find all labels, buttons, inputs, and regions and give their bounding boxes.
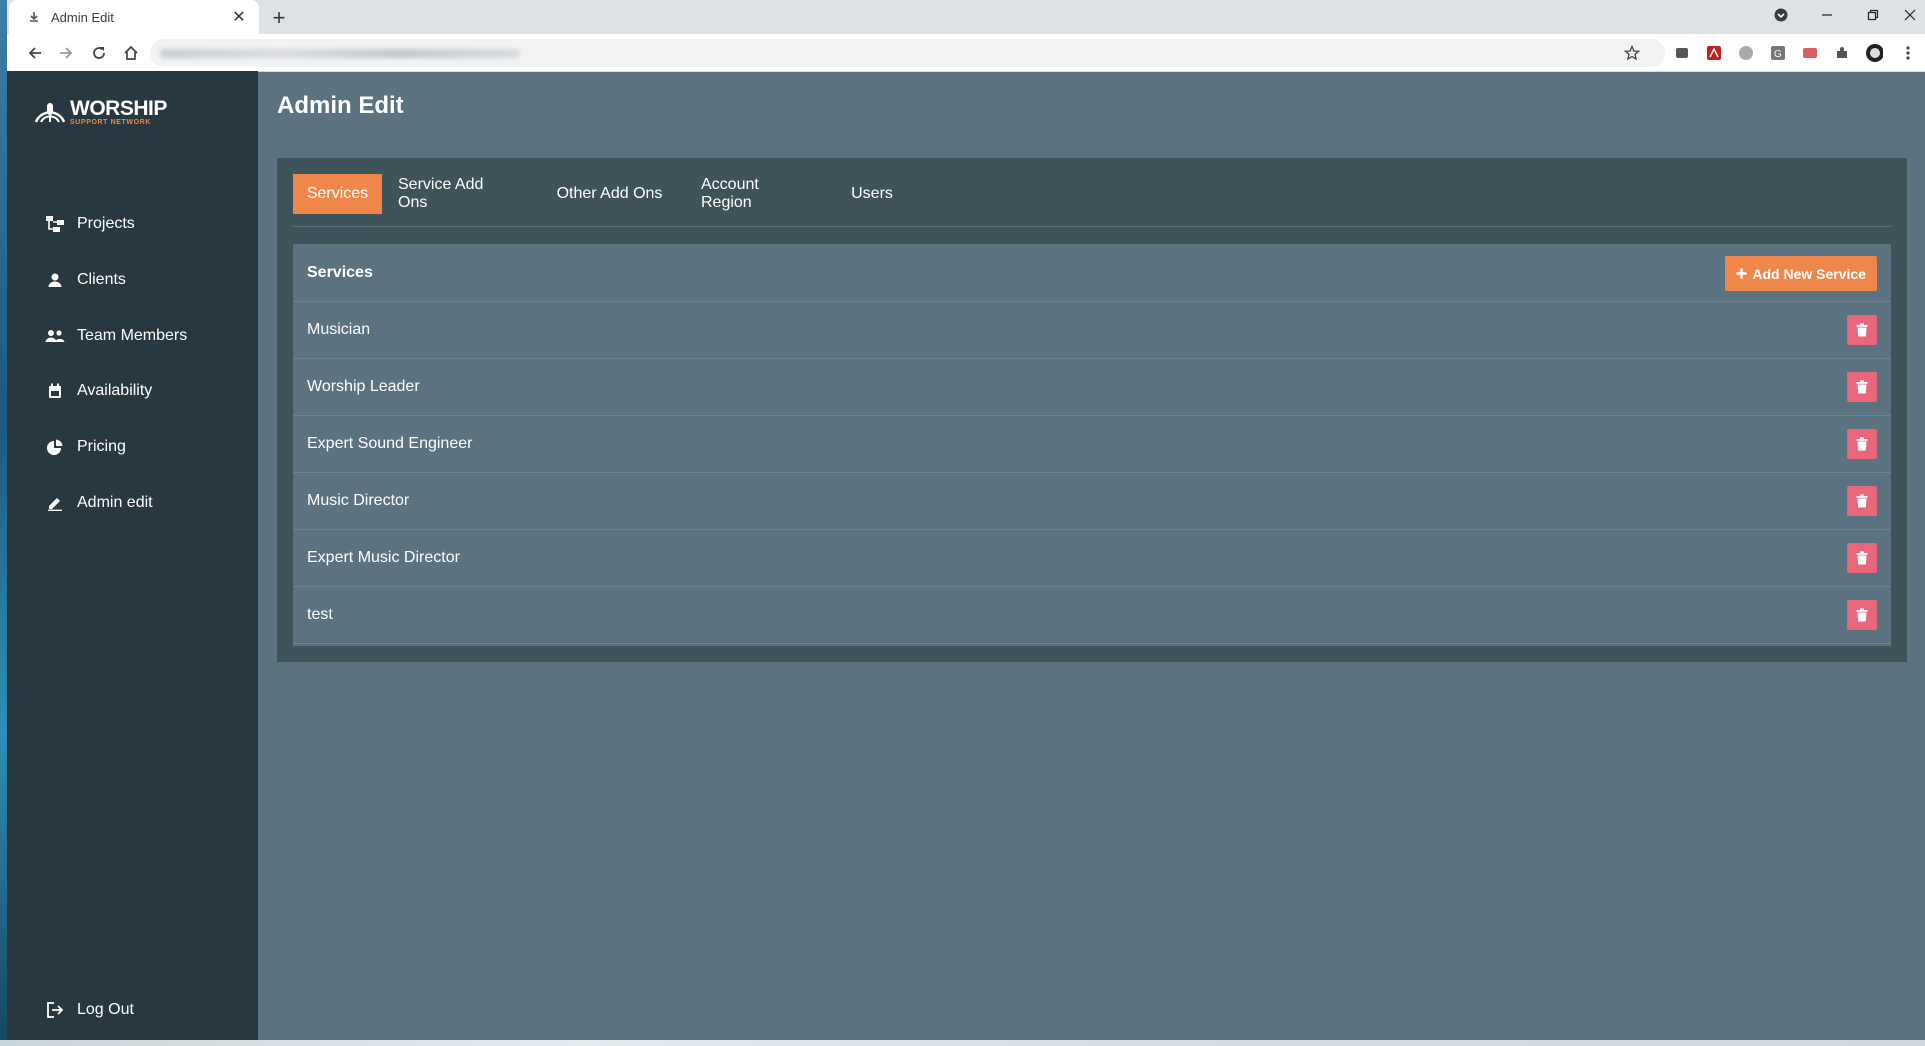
service-row: Musician [293, 301, 1891, 359]
logout-icon [45, 1000, 65, 1020]
tab-users[interactable]: Users [836, 174, 908, 214]
service-row: test [293, 586, 1891, 644]
logo-wordmark: WORSHIP [70, 96, 167, 120]
browser-toolbar: G [7, 34, 1925, 72]
people-icon [45, 326, 65, 346]
plus-icon [1736, 268, 1747, 279]
pencil-icon [45, 493, 65, 513]
taskbar-strip [0, 1040, 1925, 1046]
minimize-icon[interactable] [1804, 0, 1850, 30]
logo-tagline: SUPPORT NETWORK [70, 118, 151, 126]
tab-bar: Services Service Add Ons Other Add Ons A… [293, 174, 1891, 227]
trash-icon [1856, 494, 1868, 508]
service-row: Worship Leader [293, 358, 1891, 416]
hierarchy-icon [45, 214, 65, 234]
add-new-service-button[interactable]: Add New Service [1725, 256, 1877, 291]
sidebar-item-label: Team Members [77, 327, 188, 344]
services-card: Services Add New Service Musician Worshi… [293, 244, 1891, 646]
tab-close-icon[interactable]: ✕ [227, 5, 251, 29]
blurred-url [160, 49, 520, 58]
trash-icon [1856, 380, 1868, 394]
service-name: test [307, 606, 333, 623]
browser-tab-strip: Admin Edit ✕ + [7, 0, 1925, 34]
back-icon[interactable] [21, 40, 49, 66]
sidebar-item-clients[interactable]: Clients [45, 265, 126, 295]
pdf-extension-icon[interactable] [1705, 44, 1723, 62]
sidebar-item-label: Admin edit [77, 494, 153, 511]
sidebar: WORSHIP SUPPORT NETWORK Projects Clients… [7, 71, 258, 1040]
home-icon[interactable] [117, 40, 145, 66]
tab-favicon-icon [27, 10, 41, 24]
add-new-service-label: Add New Service [1752, 265, 1866, 282]
sidebar-item-projects[interactable]: Projects [45, 209, 135, 239]
trash-icon [1856, 437, 1868, 451]
calendar-icon [45, 381, 65, 401]
service-row: Music Director [293, 472, 1891, 530]
delete-service-button[interactable] [1847, 486, 1877, 516]
browser-menu-icon[interactable] [1899, 44, 1917, 62]
delete-service-button[interactable] [1847, 315, 1877, 345]
extension-3-icon[interactable] [1737, 44, 1755, 62]
extension-5-icon[interactable] [1801, 44, 1819, 62]
extensions-puzzle-icon[interactable] [1833, 44, 1851, 62]
sidebar-item-availability[interactable]: Availability [45, 376, 152, 406]
logout-label: Log Out [77, 1001, 134, 1018]
sidebar-item-label: Clients [77, 271, 126, 288]
service-row: Expert Sound Engineer [293, 415, 1891, 473]
tab-search-icon[interactable] [1758, 0, 1804, 30]
delete-service-button[interactable] [1847, 429, 1877, 459]
logo[interactable]: WORSHIP SUPPORT NETWORK [33, 95, 167, 130]
sidebar-item-label: Availability [77, 382, 153, 399]
service-name: Music Director [307, 492, 410, 509]
services-heading: Services [307, 264, 373, 281]
service-name: Expert Sound Engineer [307, 435, 473, 452]
admin-edit-panel: Services Service Add Ons Other Add Ons A… [277, 158, 1907, 662]
svg-text:G: G [1774, 49, 1782, 60]
tab-services[interactable]: Services [293, 174, 382, 214]
profile-avatar-icon[interactable] [1865, 44, 1883, 62]
address-bar[interactable] [150, 39, 1665, 67]
tab-account-region[interactable]: Account Region [685, 174, 829, 214]
trash-icon [1856, 323, 1868, 337]
trash-icon [1856, 608, 1868, 622]
sidebar-item-team-members[interactable]: Team Members [45, 321, 187, 351]
logo-mark-icon [33, 95, 67, 130]
delete-service-button[interactable] [1847, 600, 1877, 630]
sidebar-item-pricing[interactable]: Pricing [45, 432, 126, 462]
services-card-header: Services Add New Service [293, 244, 1891, 302]
delete-service-button[interactable] [1847, 543, 1877, 573]
pie-chart-icon [45, 437, 65, 457]
new-tab-button[interactable]: + [265, 4, 293, 32]
tab-service-add-ons[interactable]: Service Add Ons [382, 174, 533, 214]
delete-service-button[interactable] [1847, 372, 1877, 402]
desktop-background [0, 0, 7, 1046]
browser-tab[interactable]: Admin Edit ✕ [9, 0, 259, 34]
service-name: Expert Music Director [307, 549, 460, 566]
tab-title: Admin Edit [51, 9, 114, 25]
service-name: Musician [307, 321, 371, 338]
tab-other-add-ons[interactable]: Other Add Ons [540, 174, 679, 214]
page-title: Admin Edit [277, 92, 404, 119]
window-close-icon[interactable] [1887, 0, 1925, 30]
extension-4-icon[interactable]: G [1769, 44, 1787, 62]
sidebar-item-admin-edit[interactable]: Admin edit [45, 488, 153, 518]
person-icon [45, 270, 65, 290]
extension-1-icon[interactable] [1673, 44, 1691, 62]
trash-icon [1856, 551, 1868, 565]
sidebar-item-label: Projects [77, 215, 135, 232]
logout-button[interactable]: Log Out [45, 995, 134, 1025]
bookmark-star-icon[interactable] [1623, 44, 1641, 62]
service-name: Worship Leader [307, 378, 420, 395]
service-row: Expert Music Director [293, 529, 1891, 587]
reload-icon[interactable] [85, 40, 113, 66]
forward-icon[interactable] [52, 40, 80, 66]
sidebar-item-label: Pricing [77, 438, 126, 455]
